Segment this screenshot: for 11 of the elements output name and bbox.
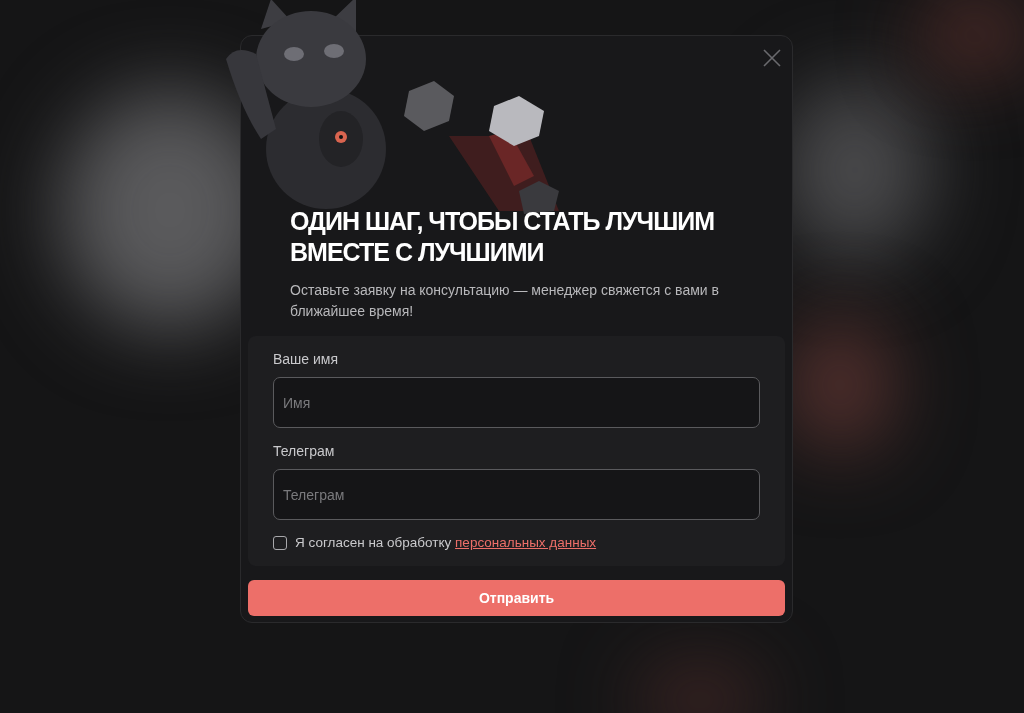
close-icon[interactable] — [762, 48, 782, 68]
submit-button[interactable]: Отправить — [248, 580, 785, 616]
consent-text: Я согласен на обработку персональных данных — [295, 534, 597, 552]
consent-checkbox[interactable] — [273, 536, 287, 550]
field-label: Телеграм — [273, 442, 336, 460]
input-field[interactable]: Имя — [273, 377, 760, 428]
personal-data-link[interactable]: персональных данных — [455, 535, 597, 550]
field-label: Ваше имя — [273, 350, 340, 368]
dialog-title: ОДИН ШАГ, ЧТОБЫ СТАТЬ ЛУЧШИМ ВМЕСТЕ С ЛУЧШИМИ — [290, 206, 716, 268]
input-field[interactable]: Телеграм — [273, 469, 760, 520]
dialog-subtitle: Оставьте заявку на консультацию — менеджер свяжется с вами в ближайшее время! — [290, 281, 720, 321]
